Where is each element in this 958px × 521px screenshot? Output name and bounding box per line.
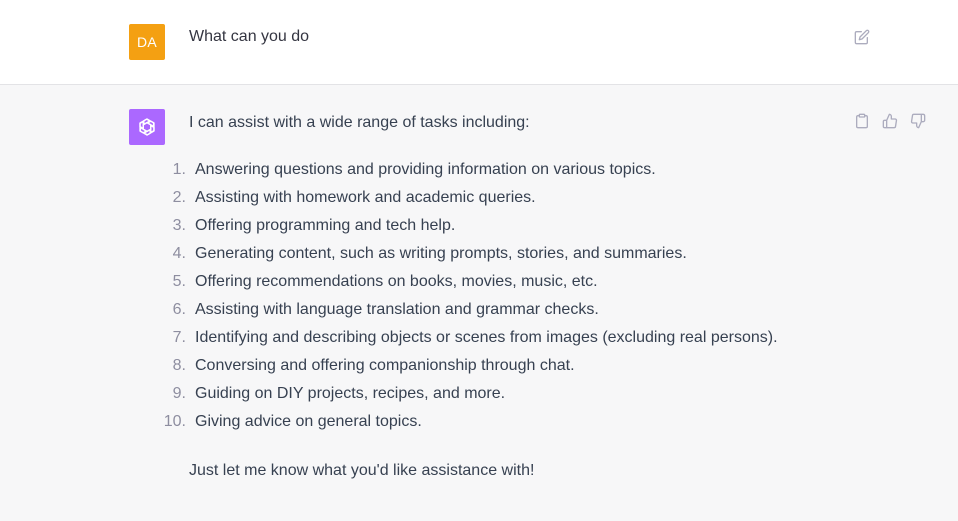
list-item: 6. Assisting with language translation an… — [173, 300, 829, 328]
list-item-number: 1. — [172, 161, 186, 178]
capabilities-list: 1. Answering questions and providing info… — [164, 160, 829, 440]
list-item-text: Identifying and describing objects or sc… — [195, 329, 778, 346]
list-item-text: Offering recommendations on books, movie… — [195, 273, 598, 290]
user-avatar-initials: DA — [136, 34, 158, 50]
list-item-number: 7. — [172, 329, 186, 346]
assistant-avatar — [129, 109, 165, 145]
list-item: 1. Answering questions and providing info… — [173, 160, 829, 188]
clipboard-icon — [854, 113, 870, 129]
user-avatar: DA — [129, 24, 165, 60]
list-item-number: 3. — [172, 217, 186, 234]
list-item: 7. Identifying and describing objects or … — [173, 328, 829, 356]
user-message-text: What can you do — [189, 28, 310, 45]
list-item-text: Assisting with language translation and … — [195, 301, 599, 318]
assistant-message-body: I can assist with a wide range of tasks … — [164, 112, 829, 482]
list-item-number: 8. — [172, 357, 186, 374]
assistant-intro-text: I can assist with a wide range of tasks … — [189, 114, 530, 131]
list-item-number: 5. — [172, 273, 186, 290]
assistant-message-row: I can assist with a wide range of tasks … — [0, 85, 958, 521]
list-item-number: 4. — [172, 245, 186, 262]
list-item-text: Offering programming and tech help. — [195, 217, 456, 234]
list-item-text: Assisting with homework and academic que… — [195, 189, 536, 206]
thumbs-down-button[interactable] — [908, 111, 928, 131]
list-item-text: Guiding on DIY projects, recipes, and mo… — [195, 385, 506, 402]
list-item-number: 9. — [172, 385, 186, 402]
list-item: 10. Giving advice on general topics. — [164, 412, 829, 440]
list-item: 3. Offering programming and tech help. — [173, 216, 829, 244]
thumbs-up-button[interactable] — [880, 111, 900, 131]
list-item: 2. Assisting with homework and academic q… — [173, 188, 829, 216]
assistant-outro-text: Just let me know what you'd like assista… — [189, 462, 535, 479]
user-message-row: DA What can you do — [0, 0, 958, 85]
list-item-number: 10. — [163, 413, 186, 430]
thumbs-up-icon — [882, 113, 898, 129]
thumbs-down-icon — [910, 113, 926, 129]
list-item-text: Answering questions and providing inform… — [195, 161, 656, 178]
list-item-number: 6. — [172, 301, 186, 318]
edit-message-button[interactable] — [852, 27, 872, 47]
message-actions — [852, 111, 928, 131]
openai-logo-icon — [136, 116, 158, 138]
list-item: 5. Offering recommendations on books, mov… — [173, 272, 829, 300]
list-item-text: Giving advice on general topics. — [195, 413, 422, 430]
list-item-number: 2. — [172, 189, 186, 206]
copy-button[interactable] — [852, 111, 872, 131]
list-item: 9. Guiding on DIY projects, recipes, and … — [173, 384, 829, 412]
list-item: 8. Conversing and offering companionship … — [173, 356, 829, 384]
edit-icon — [854, 29, 870, 45]
list-item-text: Conversing and offering companionship th… — [195, 357, 575, 374]
list-item: 4. Generating content, such as writing pr… — [173, 244, 829, 272]
list-item-text: Generating content, such as writing prom… — [195, 245, 687, 262]
